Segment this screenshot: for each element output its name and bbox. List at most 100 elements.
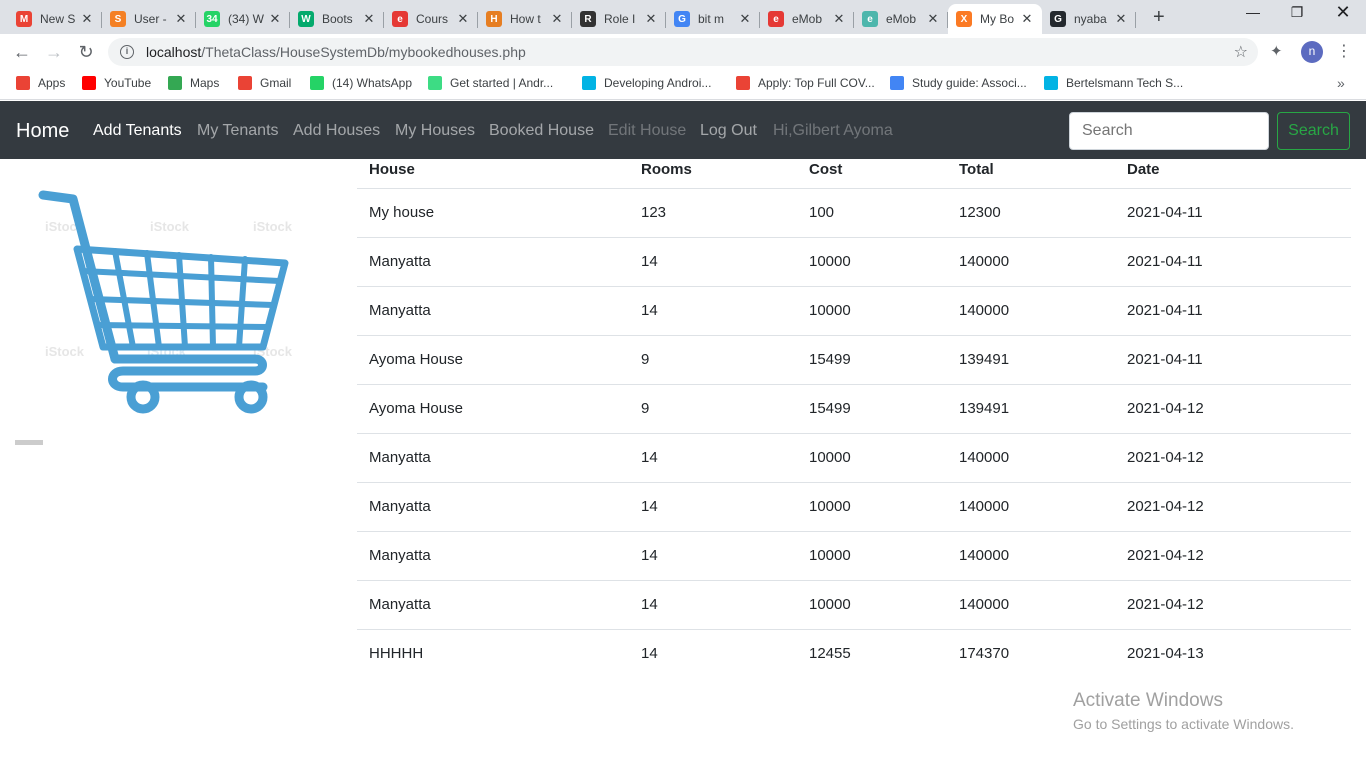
close-tab-icon[interactable]: ✕ (174, 11, 188, 27)
bookmark-item[interactable]: Get started | Andr... (428, 76, 553, 90)
close-tab-icon[interactable]: ✕ (80, 11, 94, 27)
cell-cost: 10000 (797, 433, 947, 483)
cell-date: 2021-04-12 (1115, 580, 1351, 630)
close-tab-icon[interactable]: ✕ (1114, 11, 1128, 27)
navbar-search-button[interactable]: Search (1277, 112, 1350, 150)
udacity-icon (1044, 76, 1058, 90)
role-icon: R (580, 11, 596, 27)
close-tab-icon[interactable]: ✕ (1020, 11, 1034, 27)
bookmarks-bar: » Apps YouTube Maps Gmail (14) WhatsApp Get s… (0, 70, 1366, 100)
table-row: My house 123 100 12300 2021-04-11 (357, 188, 1351, 238)
cell-house: Manyatta (357, 580, 629, 630)
extensions-puzzle-icon[interactable]: ✦ (1270, 42, 1283, 60)
address-url[interactable]: localhost/ThetaClass/HouseSystemDb/myboo… (146, 44, 526, 60)
emobilis-globe-icon: e (862, 11, 878, 27)
bookmark-item[interactable]: YouTube (82, 76, 151, 90)
navbar-brand-home[interactable]: Home (16, 120, 69, 143)
nav-link-add-houses[interactable]: Add Houses (293, 122, 380, 140)
cell-total: 140000 (947, 237, 1115, 287)
browser-tab[interactable]: e eMob ✕ (854, 4, 948, 34)
tab-separator (1135, 12, 1136, 28)
maximize-button[interactable]: ❐ (1274, 4, 1320, 21)
browser-tab[interactable]: H How t ✕ (478, 4, 572, 34)
close-tab-icon[interactable]: ✕ (268, 11, 282, 27)
browser-tab[interactable]: Gbit m ✕ (666, 4, 760, 34)
close-window-button[interactable]: ✕ (1320, 2, 1366, 23)
forward-icon[interactable]: → (42, 40, 66, 64)
bookmark-item[interactable]: Bertelsmann Tech S... (1044, 76, 1183, 90)
bookmark-item[interactable]: Study guide: Associ... (890, 76, 1027, 90)
cell-rooms: 14 (629, 286, 797, 336)
close-tab-icon[interactable]: ✕ (362, 11, 376, 27)
close-tab-icon[interactable]: ✕ (550, 11, 564, 27)
cart-icon (38, 190, 289, 414)
browser-menu-icon[interactable]: ⋮ (1336, 41, 1352, 61)
cell-total: 12300 (947, 188, 1115, 238)
bookmark-item[interactable]: Maps (168, 76, 219, 90)
bookmark-star-icon[interactable]: ☆ (1234, 42, 1248, 62)
profile-avatar[interactable]: n (1301, 41, 1323, 63)
bookmark-label: Get started | Andr... (450, 76, 554, 90)
more-bookmarks-icon[interactable]: » (1337, 75, 1345, 91)
column-header-date: Date (1115, 152, 1351, 189)
cell-total: 174370 (959, 645, 1010, 663)
site-info-icon[interactable]: i (120, 45, 134, 59)
address-bar[interactable]: i localhost/ThetaClass/HouseSystemDb/myb… (108, 38, 1258, 66)
browser-tab[interactable]: S User - ✕ (102, 4, 196, 34)
cell-total: 139491 (947, 335, 1115, 385)
cell-cost: 15499 (797, 384, 947, 434)
cell-house: HHHHH (369, 645, 424, 663)
tab-title: User - (134, 12, 167, 26)
apps-grid-icon (16, 76, 30, 90)
bookmark-item[interactable]: (14) WhatsApp (310, 76, 412, 90)
cell-house: Ayoma House (357, 335, 629, 385)
close-tab-icon[interactable]: ✕ (644, 11, 658, 27)
nav-link-log-out[interactable]: Log Out (700, 122, 757, 140)
gmail-icon (238, 76, 252, 90)
maps-icon (168, 76, 182, 90)
new-tab-button[interactable]: + (1153, 6, 1165, 29)
nav-link-my-houses[interactable]: My Houses (395, 122, 475, 140)
browser-tab-strip: + — ❐ ✕ M New S ✕ S User - ✕ 34 (34) W ✕ W Boots ✕ e… (0, 0, 1366, 34)
close-tab-icon[interactable]: ✕ (832, 11, 846, 27)
table-row: Manyatta 14 10000 140000 2021-04-11 (357, 237, 1351, 287)
browser-tab[interactable]: 34 (34) W ✕ (196, 4, 290, 34)
cell-house: Manyatta (357, 482, 629, 532)
tab-title: New S (40, 12, 76, 26)
cell-cost: 10000 (797, 580, 947, 630)
nav-link-booked-house[interactable]: Booked House (489, 122, 594, 140)
column-header-total: Total (947, 152, 1115, 189)
browser-tab[interactable]: R Role I ✕ (572, 4, 666, 34)
browser-tab[interactable]: e eMob ✕ (760, 4, 854, 34)
browser-tab[interactable]: M New S ✕ (8, 4, 102, 34)
cell-cost: 12455 (809, 645, 851, 663)
cell-house: Manyatta (357, 433, 629, 483)
close-tab-icon[interactable]: ✕ (926, 11, 940, 27)
cell-house: My house (357, 188, 629, 238)
minimize-button[interactable]: — (1230, 4, 1276, 20)
bookmark-item[interactable]: Gmail (238, 76, 291, 90)
udacity-icon (582, 76, 596, 90)
cell-house: Manyatta (357, 237, 629, 287)
navbar-search-input[interactable] (1069, 112, 1269, 150)
nav-link-my-tenants[interactable]: My Tenants (197, 122, 279, 140)
cell-cost: 15499 (797, 335, 947, 385)
close-tab-icon[interactable]: ✕ (456, 11, 470, 27)
table-row: Manyatta 14 10000 140000 2021-04-12 (357, 531, 1351, 581)
nav-link-edit-house[interactable]: Edit House (608, 122, 686, 140)
tab-title: nyaba (1074, 12, 1107, 26)
cell-total: 140000 (947, 482, 1115, 532)
bookmark-item[interactable]: Developing Androi... (582, 76, 711, 90)
browser-tab[interactable]: W Boots ✕ (290, 4, 384, 34)
browser-tab[interactable]: X My Bo ✕ (948, 4, 1042, 34)
browser-tab[interactable]: Gnyaba ✕ (1042, 4, 1136, 34)
back-icon[interactable]: ← (10, 40, 34, 64)
bookmark-item[interactable]: Apps (16, 76, 65, 90)
close-tab-icon[interactable]: ✕ (738, 11, 752, 27)
reload-icon[interactable]: ↻ (74, 40, 98, 64)
nav-link-add-tenants[interactable]: Add Tenants (93, 122, 182, 140)
cell-date: 2021-04-12 (1115, 433, 1351, 483)
cell-date: 2021-04-12 (1115, 531, 1351, 581)
browser-tab[interactable]: e Cours ✕ (384, 4, 478, 34)
bookmark-item[interactable]: Apply: Top Full COV... (736, 76, 875, 90)
